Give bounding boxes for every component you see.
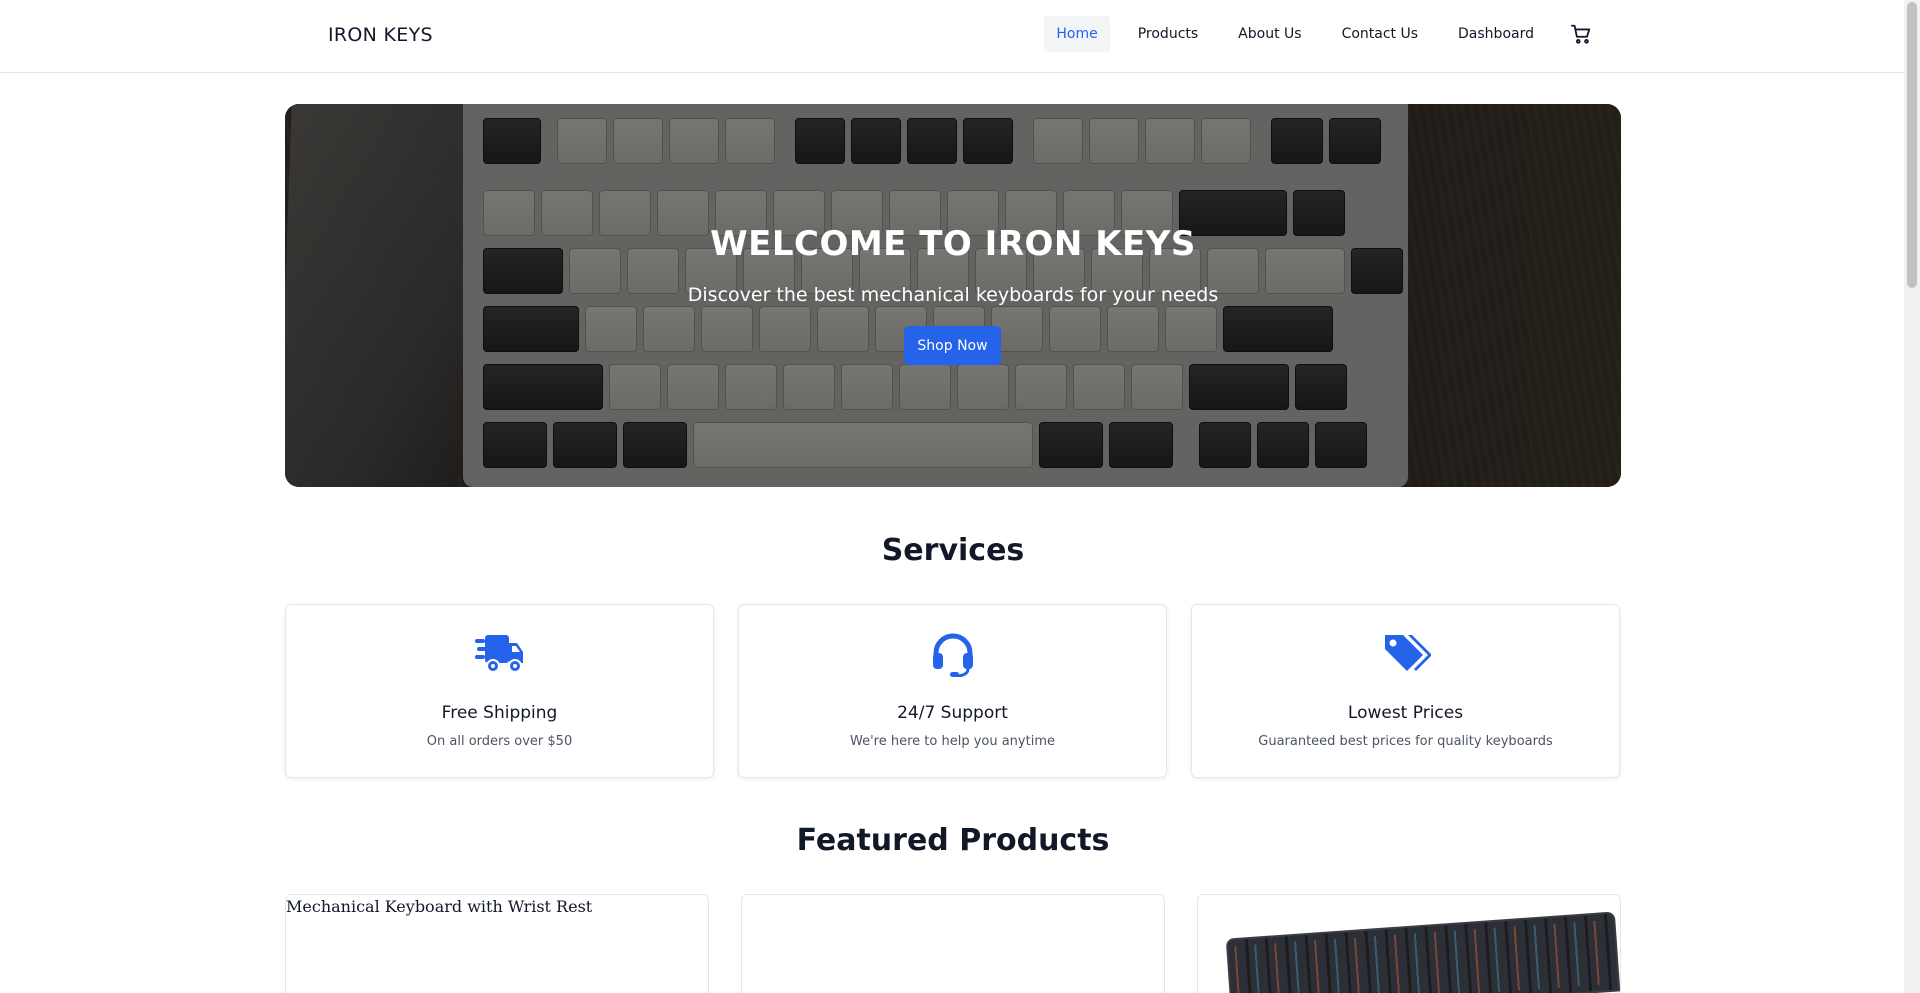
headset-icon — [928, 631, 978, 678]
service-title: Lowest Prices — [1347, 703, 1464, 723]
cart-icon[interactable] — [1570, 23, 1592, 45]
service-description: On all orders over $50 — [426, 734, 573, 749]
hero-banner: WELCOME TO IRON KEYS Discover the best m… — [285, 104, 1621, 487]
service-title: 24/7 Support — [897, 703, 1008, 723]
truck-fast-icon — [474, 631, 525, 677]
shop-now-button[interactable]: Shop Now — [904, 326, 1001, 365]
hero-subtitle: Discover the best mechanical keyboards f… — [687, 284, 1219, 306]
page-scrollbar[interactable] — [1904, 0, 1920, 993]
service-description: We're here to help you anytime — [850, 734, 1055, 749]
service-title: Free Shipping — [441, 703, 558, 723]
service-card-shipping: Free Shipping On all orders over $50 — [285, 604, 714, 778]
tags-icon — [1381, 631, 1432, 677]
product-image-broken: Mechanical Keyboard with Wrist Rest — [286, 897, 593, 916]
service-card-support: 24/7 Support We're here to help you anyt… — [738, 604, 1167, 778]
product-card[interactable] — [741, 894, 1165, 993]
nav-link-products[interactable]: Products — [1126, 16, 1210, 52]
product-card[interactable]: Mechanical Keyboard with Wrist Rest — [285, 894, 709, 993]
service-card-prices: Lowest Prices Guaranteed best prices for… — [1191, 604, 1620, 778]
product-card[interactable] — [1197, 894, 1621, 993]
hero-title: WELCOME TO IRON KEYS — [710, 224, 1196, 264]
top-navbar: IRON KEYS Home Products About Us Contact… — [0, 0, 1904, 73]
nav-link-about-us[interactable]: About Us — [1226, 16, 1313, 52]
nav-link-home[interactable]: Home — [1044, 16, 1110, 52]
service-description: Guaranteed best prices for quality keybo… — [1258, 734, 1553, 749]
services-heading: Services — [881, 533, 1025, 568]
featured-products-heading: Featured Products — [796, 823, 1110, 858]
scrollbar-thumb[interactable] — [1907, 2, 1917, 288]
product-keyboard-image — [1225, 911, 1620, 993]
nav-link-dashboard[interactable]: Dashboard — [1446, 16, 1546, 52]
brand-logo[interactable]: IRON KEYS — [328, 24, 433, 46]
nav-links: Home Products About Us Contact Us Dashbo… — [1028, 16, 1592, 52]
nav-link-contact-us[interactable]: Contact Us — [1330, 16, 1430, 52]
